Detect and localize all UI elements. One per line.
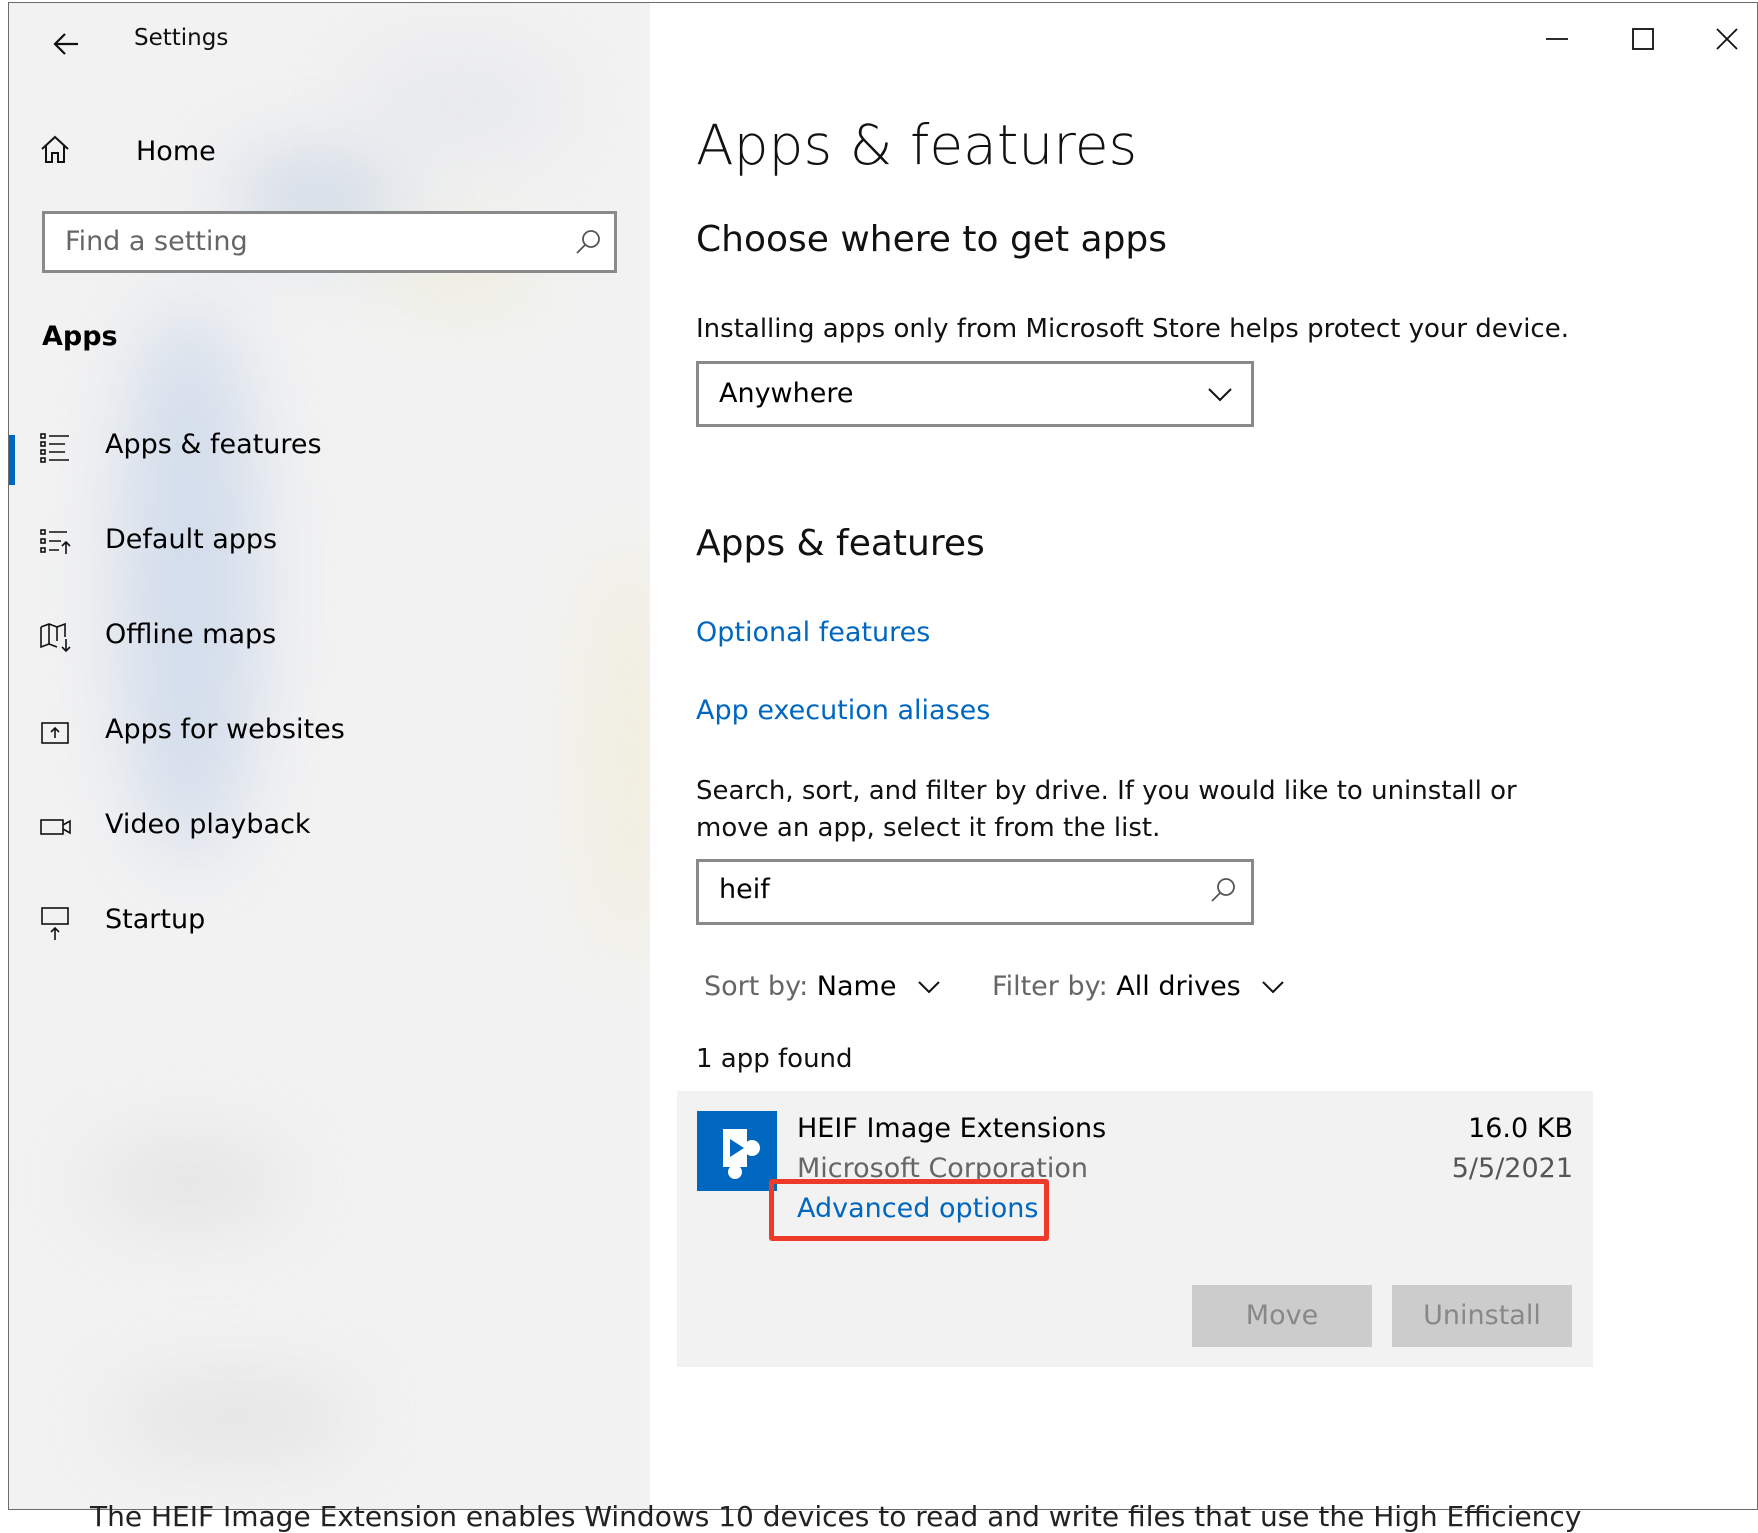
nav-item-startup[interactable]: Startup (9, 888, 649, 958)
app-title: Settings (134, 25, 229, 51)
selection-indicator (9, 435, 15, 485)
app-search-value: heif (719, 874, 770, 905)
app-name: HEIF Image Extensions (797, 1113, 1107, 1144)
nav-item-video-playback[interactable]: Video playback (9, 793, 649, 863)
settings-search-input[interactable]: Find a setting (42, 211, 617, 273)
nav-label: Startup (105, 904, 206, 935)
page-title: Apps & features (696, 113, 1138, 177)
app-source-value: Anywhere (719, 378, 854, 409)
sort-value: Name (816, 971, 897, 1002)
chevron-down-icon (918, 981, 940, 994)
home-label: Home (136, 136, 216, 167)
app-execution-aliases-link[interactable]: App execution aliases (696, 695, 990, 726)
home-nav-item[interactable]: Home (39, 128, 439, 178)
nav-item-apps-for-websites[interactable]: Apps for websites (9, 698, 649, 768)
app-search-input[interactable]: heif (696, 859, 1254, 925)
highlight-annotation (769, 1179, 1049, 1241)
nav-item-apps-features[interactable]: Apps & features (9, 413, 649, 485)
app-package-icon (723, 1129, 760, 1179)
sort-label: Sort by: (704, 971, 809, 1002)
chevron-down-icon (1208, 388, 1232, 402)
result-count: 1 app found (696, 1044, 853, 1074)
back-arrow-icon (53, 33, 78, 55)
nav-label: Apps for websites (105, 714, 345, 745)
filter-label: Filter by: (992, 971, 1108, 1002)
map-download-icon (40, 622, 71, 653)
nav-label: Video playback (105, 809, 311, 840)
nav-label: Offline maps (105, 619, 277, 650)
choose-description: Installing apps only from Microsoft Stor… (696, 314, 1569, 344)
default-apps-icon (40, 529, 71, 554)
section-title: Apps (42, 321, 118, 352)
optional-features-link[interactable]: Optional features (696, 617, 930, 648)
filter-value: All drives (1116, 971, 1241, 1002)
minimize-button[interactable] (1527, 19, 1587, 59)
search-placeholder: Find a setting (65, 226, 248, 257)
maximize-icon (1632, 28, 1654, 50)
search-icon (576, 230, 600, 254)
minimize-icon (1546, 38, 1568, 40)
nav-label: Apps & features (105, 429, 322, 460)
features-heading: Apps & features (696, 523, 985, 564)
nav-label: Default apps (105, 524, 278, 555)
underlying-document-text: The HEIF Image Extension enables Windows… (90, 1500, 1582, 1533)
list-icon (40, 433, 69, 463)
app-list-item[interactable]: HEIF Image Extensions Microsoft Corporat… (677, 1091, 1593, 1367)
sort-dropdown[interactable]: Sort by: Name (704, 971, 941, 1002)
app-install-date: 5/5/2021 (1451, 1153, 1573, 1184)
sidebar: Settings Home Find a setting Apps Apps &… (9, 3, 650, 1509)
uninstall-button[interactable]: Uninstall (1392, 1285, 1572, 1347)
search-description: Search, sort, and filter by drive. If yo… (696, 776, 1517, 843)
close-icon (1716, 28, 1738, 50)
home-icon (41, 135, 69, 163)
search-icon (1211, 878, 1235, 902)
startup-icon (41, 907, 69, 940)
open-external-icon (41, 722, 69, 744)
app-size: 16.0 KB (1468, 1113, 1573, 1144)
back-button[interactable] (43, 23, 87, 63)
nav-item-offline-maps[interactable]: Offline maps (9, 603, 649, 673)
chevron-down-icon (1262, 981, 1285, 994)
settings-window: Settings Home Find a setting Apps Apps &… (8, 2, 1758, 1510)
choose-heading: Choose where to get apps (696, 219, 1168, 260)
filter-dropdown[interactable]: Filter by: All drives (992, 971, 1285, 1002)
move-button[interactable]: Move (1192, 1285, 1372, 1347)
nav-item-default-apps[interactable]: Default apps (9, 508, 649, 578)
close-button[interactable] (1697, 19, 1757, 59)
app-source-dropdown[interactable]: Anywhere (696, 361, 1254, 427)
maximize-button[interactable] (1613, 19, 1673, 59)
video-icon (40, 819, 71, 835)
app-tile (697, 1111, 777, 1191)
main-content: Apps & features Choose where to get apps… (650, 3, 1757, 1509)
